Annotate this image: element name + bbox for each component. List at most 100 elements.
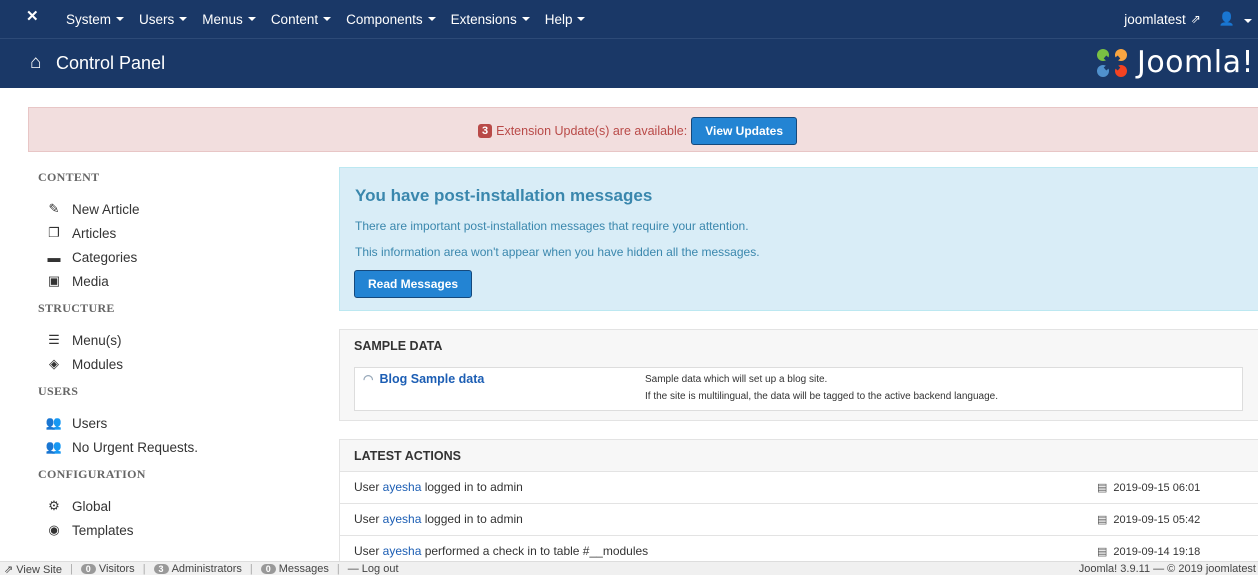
post-install-text-2: This information area won't appear when … [355, 245, 760, 259]
sidebar-item-global[interactable]: ⚙ Global [38, 494, 318, 518]
divider: | [69, 563, 73, 575]
latest-actions-header: LATEST ACTIONS [340, 440, 1258, 472]
caret-down-icon [521, 17, 530, 21]
sidebar-item-new-article[interactable]: ✎ New Article [38, 197, 318, 221]
update-alert: 3 Extension Update(s) are available: Vie… [28, 107, 1258, 152]
external-link-icon: ⇗ [4, 563, 17, 575]
calendar-icon: ▤ [1097, 546, 1108, 558]
action-date: ▤ 2019-09-15 05:42 [1097, 513, 1201, 527]
list-icon: ☰ [48, 332, 60, 347]
sidebar-item-users[interactable]: 👥 Users [38, 411, 318, 435]
pencil-icon: ✎ [48, 201, 60, 216]
sidebar-item-privacy-requests[interactable]: 👥 No Urgent Requests. [38, 435, 318, 459]
messages-count-badge: 0 [260, 564, 276, 574]
divider: | [249, 563, 253, 575]
wifi-icon: ◠ [363, 372, 374, 386]
sidebar-item-media[interactable]: ▣ Media [38, 269, 318, 293]
sidebar-heading: USERS [38, 384, 79, 398]
menu-menus[interactable]: Menus [202, 12, 256, 27]
caret-down-icon [1244, 19, 1252, 23]
menu-system[interactable]: System [66, 12, 125, 27]
sample-data-desc-2: If the site is multilingual, the data wi… [645, 391, 999, 402]
sidebar-item-articles[interactable]: ❐ Articles [38, 221, 318, 245]
joomla-logo-icon[interactable]: ✕ [26, 9, 40, 24]
sidebar-item-templates[interactable]: ◉ Templates [38, 518, 318, 542]
caret-down-icon [179, 17, 188, 21]
update-count-badge: 3 [478, 124, 493, 138]
top-navbar: ✕ System Users Menus Content Components … [0, 0, 1258, 38]
sidebar-section-content: CONTENT ✎ New Article ❐ Articles ▬ Categori… [38, 170, 318, 293]
read-messages-button[interactable]: Read Messages [354, 270, 473, 298]
cog-icon: ⚙ [48, 498, 60, 513]
calendar-icon: ▤ [1097, 514, 1108, 526]
menu-content[interactable]: Content [271, 12, 332, 27]
joomla-brand: Joomla! [1093, 45, 1254, 80]
status-bar: ⇗ View Site | 0 Visitors | 3 Administrator… [0, 561, 1258, 575]
update-message: Extension Update(s) are available: [496, 124, 688, 138]
image-icon: ▣ [47, 273, 61, 288]
copy-icon: ❐ [48, 225, 60, 240]
logout-link[interactable]: — Log out [348, 563, 399, 575]
menu-users[interactable]: Users [139, 12, 188, 27]
action-row: User ayesha logged in to admin ▤ 2019-09-… [340, 472, 1258, 504]
main-menu: System Users Menus Content Components Ex… [66, 0, 600, 38]
action-row: User ayesha logged in to admin ▤ 2019-09-… [340, 504, 1258, 536]
user-menu[interactable]: 👤 [1219, 11, 1252, 27]
latest-actions-panel: LATEST ACTIONS User ayesha logged in to … [339, 439, 1258, 575]
calendar-icon: ▤ [1097, 482, 1108, 494]
action-text: User ayesha logged in to admin [354, 480, 523, 494]
action-date: ▤ 2019-09-15 06:01 [1097, 481, 1201, 495]
caret-down-icon [247, 17, 256, 21]
users-icon: 👥 [45, 439, 63, 454]
menu-extensions[interactable]: Extensions [451, 12, 530, 27]
folder-icon: ▬ [47, 249, 61, 265]
divider: | [142, 563, 146, 575]
user-link[interactable]: ayesha [383, 480, 422, 494]
action-text: User ayesha logged in to admin [354, 512, 523, 526]
page-title: Control Panel [56, 53, 166, 73]
sample-data-panel: SAMPLE DATA ◠ Blog Sample data Sample dat… [339, 329, 1258, 421]
admins-count-badge: 3 [153, 564, 169, 574]
sidebar-section-configuration: CONFIGURATION ⚙ Global ◉ Templates [38, 467, 318, 542]
latest-actions-heading: LATEST ACTIONS [354, 449, 461, 463]
caret-down-icon [427, 17, 436, 21]
action-date: ▤ 2019-09-14 19:18 [1097, 545, 1201, 559]
blog-sample-data-link[interactable]: ◠ Blog Sample data [363, 372, 484, 386]
version-info: Joomla! 3.9.11 — © 2019 joomlatest [1078, 563, 1256, 575]
action-text: User ayesha performed a check in to tabl… [354, 544, 649, 558]
users-icon: 👥 [45, 415, 63, 430]
administrators-link[interactable]: 3 Administrators [153, 563, 242, 575]
visitors-count-badge: 0 [80, 564, 96, 574]
sidebar-heading: CONFIGURATION [38, 467, 146, 481]
cube-icon: ◈ [49, 356, 59, 371]
joomla-logo-icon [1096, 48, 1127, 77]
messages-link[interactable]: 0 Messages [260, 563, 329, 575]
minus-icon: — [347, 563, 362, 575]
sample-data-desc-1: Sample data which will set up a blog sit… [645, 374, 828, 385]
caret-down-icon [323, 17, 332, 21]
view-updates-button[interactable]: View Updates [691, 117, 798, 145]
sidebar-section-users: USERS 👥 Users 👥 No Urgent Requests. [38, 384, 318, 459]
sidebar-heading: STRUCTURE [38, 301, 115, 315]
user-link[interactable]: ayesha [383, 512, 422, 526]
sidebar-item-categories[interactable]: ▬ Categories [38, 245, 318, 269]
menu-components[interactable]: Components [346, 12, 436, 27]
site-link[interactable]: joomlatest ⇗ [1124, 12, 1201, 27]
home-icon: ⌂ [30, 52, 42, 73]
external-link-icon: ⇗ [1190, 12, 1201, 26]
view-site-link[interactable]: ⇗ View Site [4, 563, 62, 575]
caret-down-icon [577, 17, 586, 21]
post-install-text-1: There are important post-installation me… [355, 219, 749, 233]
sidebar: CONTENT ✎ New Article ❐ Articles ▬ Categori… [38, 170, 318, 542]
user-link[interactable]: ayesha [383, 544, 422, 558]
visitors-link[interactable]: 0 Visitors [80, 563, 135, 575]
post-install-message: You have post-installation messages Ther… [339, 167, 1258, 311]
sidebar-item-menus[interactable]: ☰ Menu(s) [38, 328, 318, 352]
brand-text: Joomla! [1136, 45, 1254, 80]
post-install-title: You have post-installation messages [355, 186, 653, 205]
user-icon: 👤 [1218, 11, 1235, 26]
page-header: ⌂ Control Panel Joomla! [0, 38, 1258, 88]
sidebar-section-structure: STRUCTURE ☰ Menu(s) ◈ Modules [38, 301, 318, 376]
sidebar-item-modules[interactable]: ◈ Modules [38, 352, 318, 376]
menu-help[interactable]: Help [545, 12, 586, 27]
